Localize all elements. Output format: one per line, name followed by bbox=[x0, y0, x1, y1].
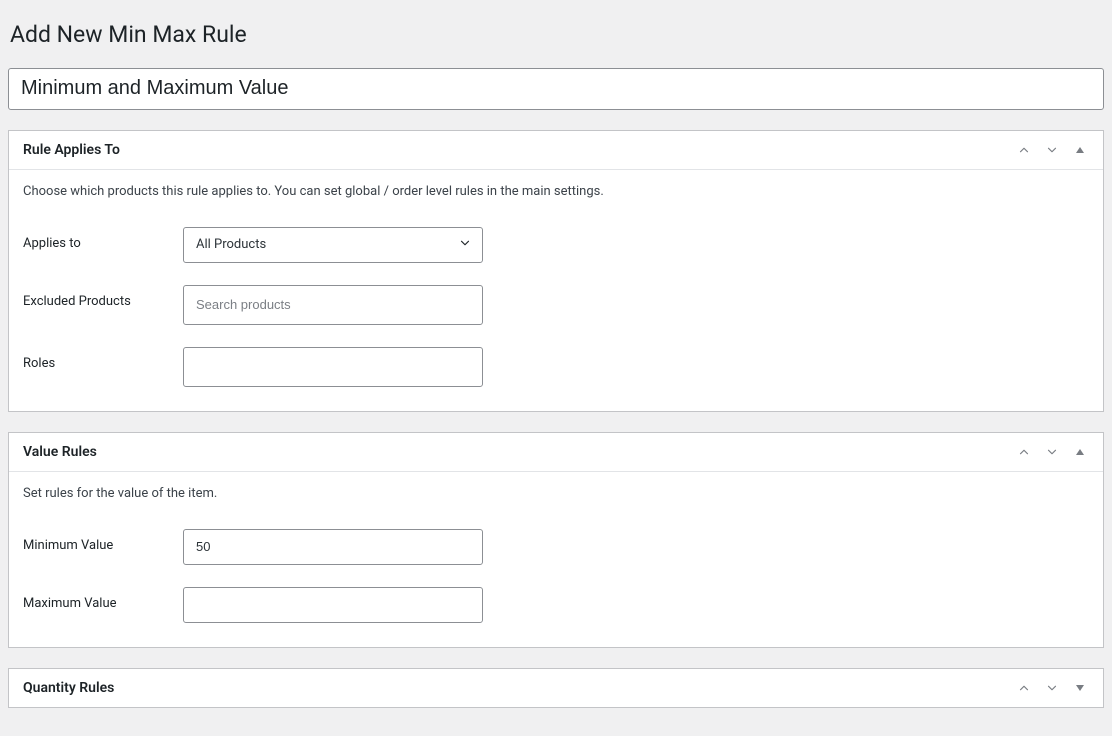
panel-header: Quantity Rules bbox=[9, 669, 1103, 707]
move-down-icon[interactable] bbox=[1043, 679, 1061, 697]
panel-controls bbox=[1015, 443, 1089, 461]
applies-to-select[interactable]: All Products bbox=[183, 227, 483, 263]
row-roles: Roles bbox=[23, 347, 1089, 387]
panel-quantity-rules: Quantity Rules bbox=[8, 668, 1104, 708]
rule-title-input[interactable] bbox=[8, 68, 1104, 110]
panel-value-rules: Value Rules Set rules for the value of t… bbox=[8, 432, 1104, 648]
panel-header: Value Rules bbox=[9, 433, 1103, 472]
panel-body: Set rules for the value of the item. Min… bbox=[9, 472, 1103, 647]
row-max-value: Maximum Value bbox=[23, 587, 1089, 623]
panel-description: Set rules for the value of the item. bbox=[23, 486, 1089, 501]
title-wrap bbox=[8, 68, 1104, 110]
panel-body: Choose which products this rule applies … bbox=[9, 170, 1103, 411]
label-max-value: Maximum Value bbox=[23, 587, 183, 611]
label-applies-to: Applies to bbox=[23, 227, 183, 251]
excluded-products-input[interactable] bbox=[183, 285, 483, 325]
panel-header: Rule Applies To bbox=[9, 131, 1103, 170]
chevron-down-icon bbox=[458, 236, 472, 254]
panel-controls bbox=[1015, 141, 1089, 159]
collapse-panel-icon[interactable] bbox=[1071, 141, 1089, 159]
page-heading: Add New Min Max Rule bbox=[10, 20, 1104, 50]
row-applies-to: Applies to All Products bbox=[23, 227, 1089, 263]
min-value-input[interactable] bbox=[183, 529, 483, 565]
move-up-icon[interactable] bbox=[1015, 141, 1033, 159]
panel-rule-applies-to: Rule Applies To Choose which products th… bbox=[8, 130, 1104, 412]
move-down-icon[interactable] bbox=[1043, 141, 1061, 159]
roles-select[interactable] bbox=[183, 347, 483, 387]
panel-controls bbox=[1015, 679, 1089, 697]
label-excluded-products: Excluded Products bbox=[23, 285, 183, 309]
max-value-input[interactable] bbox=[183, 587, 483, 623]
applies-to-value: All Products bbox=[196, 237, 266, 252]
expand-panel-icon[interactable] bbox=[1071, 679, 1089, 697]
row-min-value: Minimum Value bbox=[23, 529, 1089, 565]
move-down-icon[interactable] bbox=[1043, 443, 1061, 461]
move-up-icon[interactable] bbox=[1015, 443, 1033, 461]
panel-title: Value Rules bbox=[23, 444, 97, 460]
panel-title: Rule Applies To bbox=[23, 142, 120, 158]
collapse-panel-icon[interactable] bbox=[1071, 443, 1089, 461]
row-excluded-products: Excluded Products bbox=[23, 285, 1089, 325]
move-up-icon[interactable] bbox=[1015, 679, 1033, 697]
panel-description: Choose which products this rule applies … bbox=[23, 184, 1089, 199]
label-roles: Roles bbox=[23, 347, 183, 371]
label-min-value: Minimum Value bbox=[23, 529, 183, 553]
panel-title: Quantity Rules bbox=[23, 680, 114, 696]
